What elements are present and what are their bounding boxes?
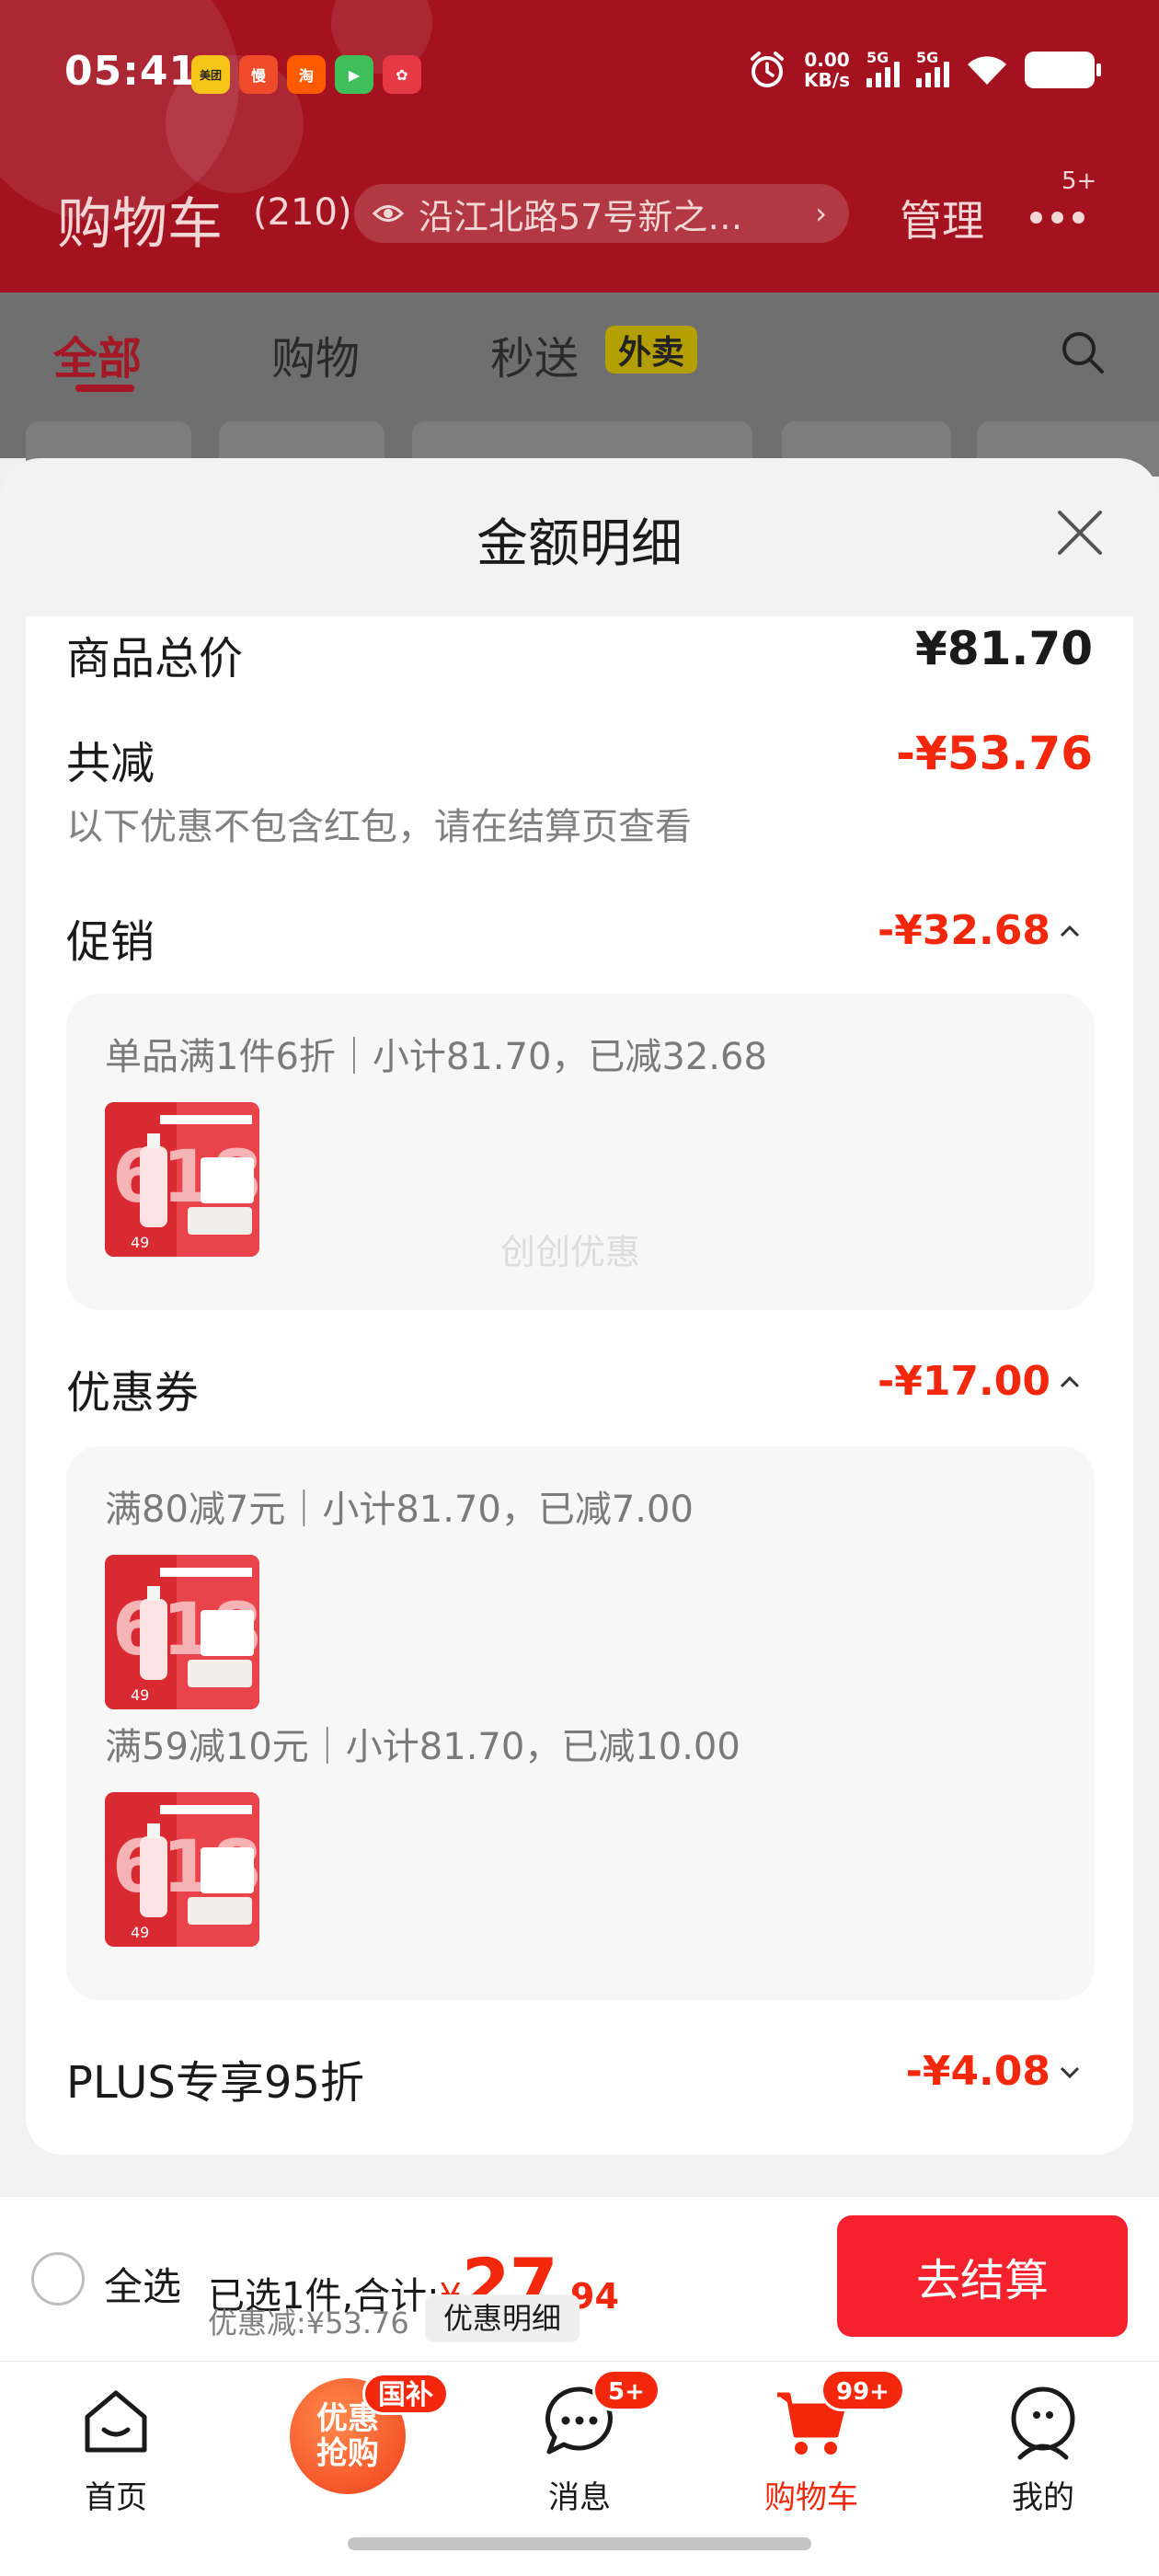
total-price-label: 商品总价 [66, 633, 244, 684]
checkout-button[interactable]: 去结算 [837, 2215, 1128, 2337]
messages-badge: 5+ [592, 2369, 660, 2411]
manage-button[interactable]: 管理 [900, 188, 984, 248]
net-speed-unit: KB/s [804, 69, 850, 91]
promotion-value-group[interactable]: -¥32.68 [878, 907, 1080, 954]
chevron-right-icon: › [815, 196, 827, 231]
tab-home-label: 首页 [85, 2479, 147, 2516]
promotion-value: -¥32.68 [877, 907, 1050, 954]
total-price-value: ¥81.70 [915, 622, 1093, 675]
app-5-icon: ✿ [383, 55, 421, 94]
amount-detail-card: 商品总价 ¥81.70 共减 -¥53.76 以下优惠不包含红包，请在结算页查看… [26, 616, 1133, 2155]
tab-promo[interactable]: 优惠 抢购 国补 [265, 2373, 449, 2494]
product-image: 618 49 [105, 1555, 259, 1709]
promotion-detail-text: 单品满1件6折｜小计81.70，已减32.68 [105, 1036, 767, 1078]
category-tabs: 全部 购物 秒送 外卖 [0, 293, 1159, 477]
coupon-value-group[interactable]: -¥17.00 [878, 1358, 1080, 1405]
signal-icon-2: 5G [916, 49, 949, 87]
more-menu-icon[interactable] [1030, 212, 1084, 224]
signal-icon: 5G [866, 49, 900, 87]
video-app-icon: ▶ [335, 55, 373, 94]
net-speed-value: 0.00 [804, 49, 850, 71]
home-indicator[interactable] [348, 2537, 811, 2550]
network-speed: 0.00 KB/s [804, 50, 850, 90]
tab-me-label: 我的 [1012, 2479, 1074, 2516]
plus-discount-label: PLUS专享95折 [66, 2057, 364, 2109]
total-reduction-label: 共减 [66, 738, 155, 789]
waimai-badge: 外卖 [605, 326, 697, 374]
chevron-up-icon [1060, 925, 1080, 937]
cart-badge: 99+ [820, 2369, 905, 2411]
search-icon[interactable] [1058, 328, 1107, 377]
tab-home[interactable]: 首页 [33, 2382, 199, 2517]
wifi-icon [968, 56, 1006, 85]
status-indicators: 0.00 KB/s 5G 5G [747, 49, 1101, 90]
promo-line-2: 抢购 [316, 2435, 379, 2472]
notification-app-icons: 美团 慢 淘 ▶ ✿ [191, 55, 421, 94]
product-image: 618 49 [105, 1102, 259, 1257]
product-thumbnail[interactable]: 618 49 [105, 1555, 259, 1709]
product-image: 618 49 [105, 1792, 259, 1947]
select-all-checkbox[interactable] [31, 2252, 85, 2306]
user-icon [1011, 2386, 1075, 2460]
coupon-detail-text: 满80减7元｜小计81.70，已减7.00 [105, 1489, 694, 1531]
tab-shopping[interactable]: 购物 [271, 322, 360, 386]
address-text: 沿江北路57号新之… [419, 196, 743, 237]
battery-icon [1025, 52, 1101, 88]
alarm-icon [751, 52, 785, 87]
tab-messages-label: 消息 [548, 2479, 611, 2516]
product-thumbnail[interactable]: 618 49 [105, 1792, 259, 1947]
eye-icon [373, 205, 404, 222]
thumb-price: 49 [131, 1234, 149, 1251]
home-icon [85, 2390, 147, 2453]
more-badge: 5+ [1061, 167, 1097, 195]
plus-value-group[interactable]: -¥4.08 [906, 2048, 1080, 2095]
close-icon[interactable] [1056, 509, 1104, 557]
amount-detail-sheet: 金额明细 商品总价 ¥81.70 共减 -¥53.76 以下优惠不包含红包，请在… [0, 458, 1159, 2197]
reduction-note: 以下优惠不包含红包，请在结算页查看 [66, 806, 692, 848]
plus-discount-value: -¥4.08 [905, 2048, 1050, 2095]
promotion-detail-group: 单品满1件6折｜小计81.70，已减32.68 618 49 创创优惠 [66, 994, 1095, 1310]
checkout-bar: 全选 已选1件,合计: ¥ 27 .94 优惠减:¥53.76 优惠明细 去结算 [0, 2197, 1159, 2361]
coupon-value: -¥17.00 [877, 1358, 1050, 1405]
active-tab-indicator [75, 385, 134, 392]
cart-header: 购物车 (210) 沿江北路57号新之… › 管理 5+ [0, 167, 1159, 257]
cart-count: (210) [253, 191, 352, 234]
signal-1-label: 5G [866, 49, 889, 66]
promotion-label: 促销 [66, 916, 155, 968]
tab-messages[interactable]: 5+ 消息 [497, 2369, 662, 2517]
page-title: 购物车 [57, 192, 223, 257]
product-thumbnail[interactable]: 618 49 [105, 1102, 259, 1257]
address-selector[interactable]: 沿江北路57号新之… › [354, 184, 849, 243]
signal-2-label: 5G [916, 49, 939, 66]
select-all-label[interactable]: 全选 [104, 2256, 181, 2312]
top-header-area: 05:41 美团 慢 淘 ▶ ✿ 0.00 KB/s 5G 5G 购物车 (21… [0, 0, 1159, 293]
tab-cart[interactable]: 99+ 购物车 [729, 2369, 905, 2517]
coupon-label: 优惠券 [66, 1367, 200, 1419]
tab-instant-delivery[interactable]: 秒送 [490, 322, 579, 386]
tab-all[interactable]: 全部 [53, 322, 142, 386]
chevron-down-icon [1060, 2066, 1080, 2078]
watermark-text: 创创优惠 [500, 1232, 641, 1272]
taobao-app-icon: 淘 [287, 55, 326, 94]
app-2-icon: 慢 [239, 55, 278, 94]
promo-badge: 国补 [362, 2373, 449, 2415]
tab-me[interactable]: 我的 [960, 2382, 1126, 2517]
coupon-detail-text: 满59减10元｜小计81.70，已减10.00 [105, 1726, 740, 1768]
meituan-app-icon: 美团 [191, 55, 230, 94]
chevron-up-icon [1060, 1375, 1080, 1387]
thumb-price: 49 [131, 1686, 149, 1704]
discount-detail-button[interactable]: 优惠明细 [425, 2294, 580, 2342]
status-bar: 05:41 美团 慢 淘 ▶ ✿ 0.00 KB/s 5G 5G [0, 0, 1159, 152]
tab-cart-label: 购物车 [764, 2479, 858, 2516]
discount-summary: 优惠减:¥53.76 [208, 2306, 409, 2340]
coupon-detail-group: 满80减7元｜小计81.70，已减7.00 618 49 满59减10元｜小计8… [66, 1446, 1095, 2000]
sheet-title: 金额明细 [476, 514, 683, 574]
thumb-price: 49 [131, 1924, 149, 1941]
status-time: 05:41 [64, 48, 199, 95]
total-reduction-value: -¥53.76 [896, 727, 1093, 780]
